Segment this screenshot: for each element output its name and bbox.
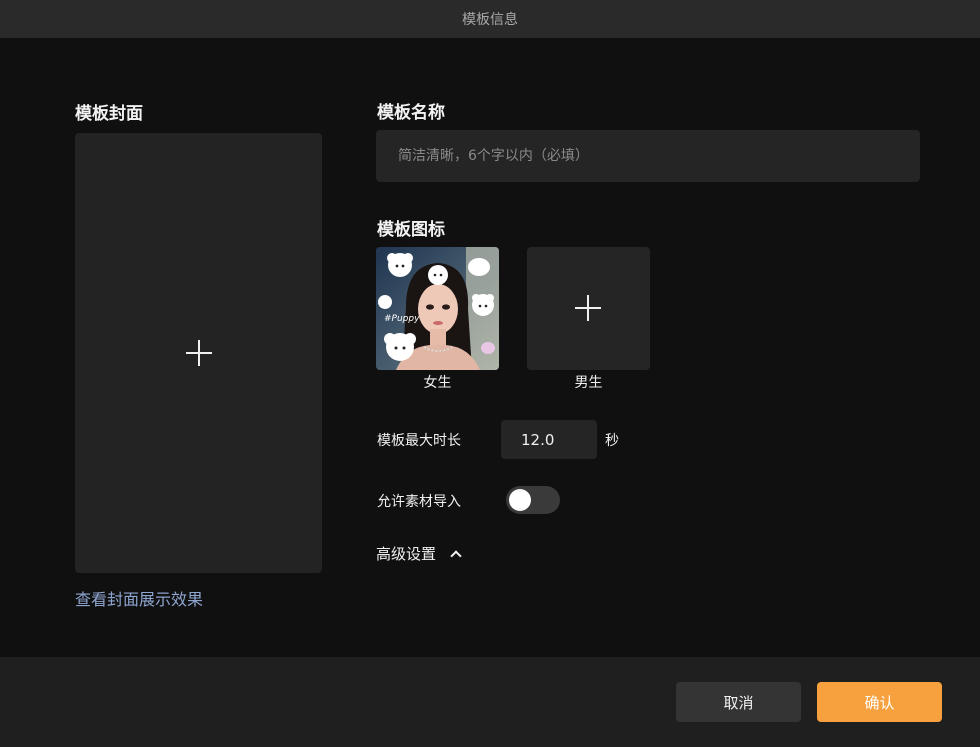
- template-name-input[interactable]: [376, 130, 920, 182]
- female-icon-tile[interactable]: #Puppy: [376, 247, 499, 370]
- window-title: 模板信息: [462, 12, 518, 28]
- toggle-knob: [509, 489, 531, 511]
- template-info-panel: 模板封面 查看封面展示效果 模板名称 模板图标: [0, 38, 980, 657]
- male-caption: 男生: [574, 375, 603, 391]
- add-male-icon: [575, 295, 601, 321]
- cover-label: 模板封面: [75, 104, 143, 124]
- female-image-caption: #Puppy: [384, 314, 420, 324]
- duration-label: 模板最大时长: [377, 433, 461, 449]
- allow-import-label: 允许素材导入: [377, 494, 461, 510]
- duration-unit: 秒: [605, 433, 619, 449]
- female-avatar-image: #Puppy: [376, 247, 499, 370]
- icon-label: 模板图标: [377, 220, 445, 240]
- add-cover-icon: [186, 340, 212, 366]
- female-caption: 女生: [423, 375, 452, 391]
- cover-upload-area[interactable]: [75, 133, 322, 573]
- advanced-settings-label: 高级设置: [376, 545, 437, 563]
- allow-import-toggle[interactable]: [506, 486, 560, 514]
- chevron-up-icon: [450, 549, 462, 562]
- view-cover-preview-link[interactable]: 查看封面展示效果: [75, 586, 203, 610]
- cancel-button[interactable]: 取消: [676, 682, 801, 722]
- duration-input[interactable]: 12.0: [501, 420, 597, 459]
- advanced-settings-toggle[interactable]: 高级设置: [376, 543, 462, 564]
- name-label: 模板名称: [377, 103, 445, 123]
- male-icon-tile[interactable]: [527, 247, 650, 370]
- window-titlebar: 模板信息: [0, 0, 980, 38]
- confirm-button[interactable]: 确认: [817, 682, 942, 722]
